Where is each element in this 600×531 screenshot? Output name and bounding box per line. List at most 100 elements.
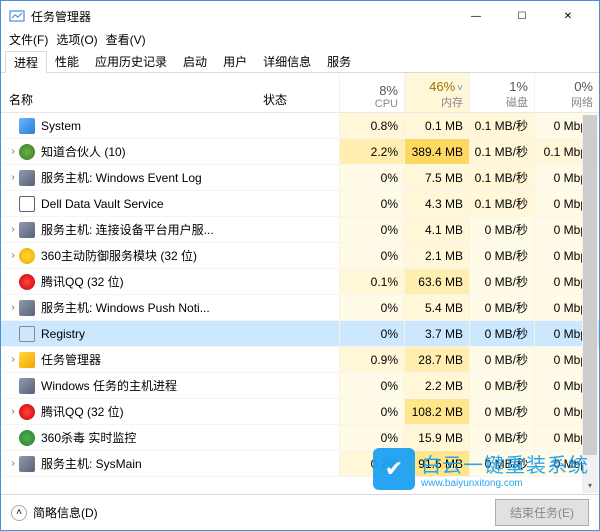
- menu-options[interactable]: 选项(O): [56, 31, 97, 51]
- footer: ˄ 简略信息(D) 结束任务(E): [1, 494, 599, 530]
- scrollbar[interactable]: ▾: [582, 115, 598, 493]
- process-name: Registry: [41, 327, 259, 341]
- process-name: 腾讯QQ (32 位): [41, 273, 259, 290]
- process-icon: [19, 144, 35, 160]
- disk-cell: 0 MB/秒: [469, 373, 534, 398]
- header-name[interactable]: 名称: [1, 73, 259, 112]
- end-task-button[interactable]: 结束任务(E): [495, 499, 589, 526]
- expand-icon[interactable]: ›: [1, 250, 19, 261]
- fewer-details-link[interactable]: 简略信息(D): [33, 504, 98, 521]
- sort-chevron-icon: ˅: [457, 83, 463, 94]
- expand-icon[interactable]: ›: [1, 172, 19, 183]
- header-disk[interactable]: 1% 磁盘: [469, 73, 534, 112]
- cpu-cell: 0.2%: [339, 451, 404, 476]
- expand-icon[interactable]: ›: [1, 406, 19, 417]
- process-icon: [19, 274, 35, 290]
- cpu-cell: 0%: [339, 373, 404, 398]
- app-icon: [9, 8, 25, 24]
- cpu-cell: 0%: [339, 165, 404, 190]
- expand-icon[interactable]: ›: [1, 224, 19, 235]
- process-row[interactable]: ›知道合伙人 (10)2.2%389.4 MB0.1 MB/秒0.1 Mbps: [1, 139, 599, 165]
- disk-cell: 0 MB/秒: [469, 269, 534, 294]
- header-memory[interactable]: 46%˅ 内存: [404, 73, 469, 112]
- disk-cell: 0.1 MB/秒: [469, 139, 534, 164]
- memory-cell: 63.6 MB: [404, 269, 469, 294]
- memory-cell: 4.1 MB: [404, 217, 469, 242]
- scrollbar-thumb[interactable]: [583, 115, 597, 455]
- process-icon: [19, 300, 35, 316]
- process-row[interactable]: ›服务主机: Windows Push Noti...0%5.4 MB0 MB/…: [1, 295, 599, 321]
- memory-cell: 5.4 MB: [404, 295, 469, 320]
- header-cpu[interactable]: 8% CPU: [339, 73, 404, 112]
- process-icon: [19, 170, 35, 186]
- expand-icon[interactable]: ›: [1, 458, 19, 469]
- process-name: 任务管理器: [41, 351, 259, 368]
- titlebar[interactable]: 任务管理器 — ☐ ✕: [1, 1, 599, 31]
- memory-cell: 0.1 MB: [404, 113, 469, 138]
- maximize-button[interactable]: ☐: [499, 1, 545, 31]
- process-name: 360杀毒 实时监控: [41, 429, 259, 446]
- cpu-cell: 2.2%: [339, 139, 404, 164]
- process-list[interactable]: System0.8%0.1 MB0.1 MB/秒0 Mbps›知道合伙人 (10…: [1, 113, 599, 483]
- cpu-cell: 0.1%: [339, 269, 404, 294]
- memory-cell: 2.2 MB: [404, 373, 469, 398]
- process-name: Dell Data Vault Service: [41, 197, 259, 211]
- disk-cell: 0 MB/秒: [469, 295, 534, 320]
- process-row[interactable]: Windows 任务的主机进程0%2.2 MB0 MB/秒0 Mbps: [1, 373, 599, 399]
- tab-performance[interactable]: 性能: [47, 51, 87, 72]
- process-row[interactable]: Registry0%3.7 MB0 MB/秒0 Mbps: [1, 321, 599, 347]
- tab-services[interactable]: 服务: [319, 51, 359, 72]
- expand-icon[interactable]: ›: [1, 302, 19, 313]
- memory-cell: 4.3 MB: [404, 191, 469, 216]
- memory-cell: 7.5 MB: [404, 165, 469, 190]
- expand-icon[interactable]: ›: [1, 146, 19, 157]
- process-icon: [19, 430, 35, 446]
- process-row[interactable]: ›腾讯QQ (32 位)0%108.2 MB0 MB/秒0 Mbps: [1, 399, 599, 425]
- tab-startup[interactable]: 启动: [175, 51, 215, 72]
- process-row[interactable]: Dell Data Vault Service0%4.3 MB0.1 MB/秒0…: [1, 191, 599, 217]
- minimize-button[interactable]: —: [453, 1, 499, 31]
- process-name: 360主动防御服务模块 (32 位): [41, 247, 259, 264]
- disk-cell: 0 MB/秒: [469, 347, 534, 372]
- process-row[interactable]: › 服务主机: Windows Event Log 0%7.5 MB0.1 MB/秒…: [1, 165, 599, 191]
- header-network[interactable]: 0% 网络: [534, 73, 599, 112]
- memory-cell: 28.7 MB: [404, 347, 469, 372]
- cpu-cell: 0%: [339, 217, 404, 242]
- process-row[interactable]: ›服务主机: 连接设备平台用户服...0%4.1 MB0 MB/秒0 Mbps: [1, 217, 599, 243]
- close-button[interactable]: ✕: [545, 1, 591, 31]
- tab-users[interactable]: 用户: [215, 51, 255, 72]
- process-row[interactable]: 360杀毒 实时监控0%15.9 MB0 MB/秒0 Mbps: [1, 425, 599, 451]
- memory-cell: 108.2 MB: [404, 399, 469, 424]
- tab-details[interactable]: 详细信息: [255, 51, 319, 72]
- disk-cell: 0 MB/秒: [469, 399, 534, 424]
- disk-cell: 0 MB/秒: [469, 425, 534, 450]
- disk-cell: 0 MB/秒: [469, 451, 534, 476]
- process-name: Windows 任务的主机进程: [41, 377, 259, 394]
- process-name: 服务主机: Windows Event Log: [41, 169, 259, 186]
- disk-cell: 0.1 MB/秒: [469, 165, 534, 190]
- tab-app-history[interactable]: 应用历史记录: [87, 51, 175, 72]
- process-row[interactable]: ›任务管理器0.9%28.7 MB0 MB/秒0 Mbps: [1, 347, 599, 373]
- process-row[interactable]: ›360主动防御服务模块 (32 位)0%2.1 MB0 MB/秒0 Mbps: [1, 243, 599, 269]
- memory-cell: 3.7 MB: [404, 321, 469, 346]
- scrollbar-down-icon[interactable]: ▾: [582, 477, 598, 493]
- menu-view[interactable]: 查看(V): [106, 31, 146, 51]
- memory-cell: 91.5 MB: [404, 451, 469, 476]
- fewer-details-chevron-icon[interactable]: ˄: [11, 505, 27, 521]
- disk-cell: 0.1 MB/秒: [469, 113, 534, 138]
- header-status[interactable]: 状态: [259, 73, 339, 112]
- process-name: 服务主机: 连接设备平台用户服...: [41, 221, 259, 238]
- process-icon: [19, 352, 35, 368]
- process-name: 服务主机: SysMain: [41, 455, 259, 472]
- menubar: 文件(F) 选项(O) 查看(V): [1, 31, 599, 51]
- process-row[interactable]: 腾讯QQ (32 位)0.1%63.6 MB0 MB/秒0 Mbps: [1, 269, 599, 295]
- tabstrip: 进程 性能 应用历史记录 启动 用户 详细信息 服务: [1, 51, 599, 73]
- menu-file[interactable]: 文件(F): [9, 31, 48, 51]
- process-icon: [19, 248, 35, 264]
- process-row[interactable]: ›服务主机: SysMain0.2%91.5 MB0 MB/秒0 Mbps: [1, 451, 599, 477]
- tab-processes[interactable]: 进程: [5, 51, 47, 73]
- process-row[interactable]: System0.8%0.1 MB0.1 MB/秒0 Mbps: [1, 113, 599, 139]
- expand-icon[interactable]: ›: [1, 354, 19, 365]
- disk-cell: 0 MB/秒: [469, 243, 534, 268]
- cpu-cell: 0%: [339, 425, 404, 450]
